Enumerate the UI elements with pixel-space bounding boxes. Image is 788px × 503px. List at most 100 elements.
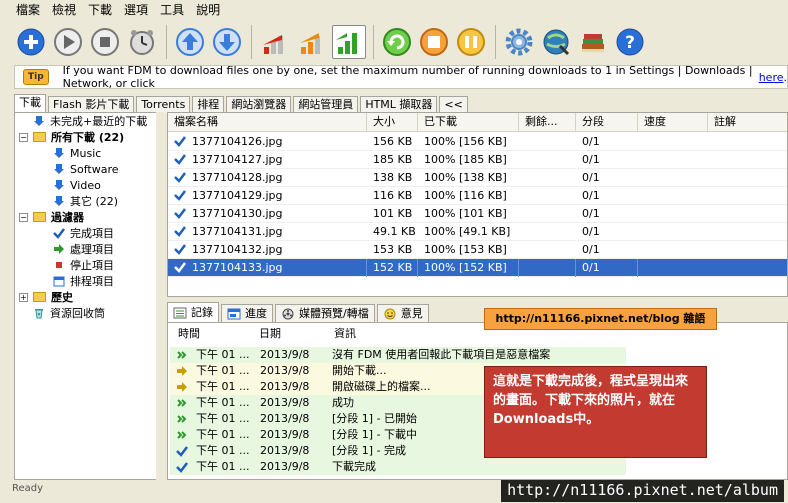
tree-item-stopped[interactable]: 停止項目 (53, 257, 114, 273)
panel-splitter[interactable] (167, 297, 788, 301)
pause-all-button[interactable] (454, 25, 488, 59)
tree-item-processing[interactable]: 處理項目 (53, 241, 114, 257)
film-reel-icon (282, 308, 294, 319)
download-row[interactable]: 1377104131.jpg 49.1 KB 100% [49.1 KB] 0/1 (168, 223, 787, 241)
smiley-icon (384, 308, 396, 319)
download-row[interactable]: 1377104130.jpg 101 KB 100% [101 KB] 0/1 (168, 205, 787, 223)
stop-button[interactable] (88, 25, 122, 59)
move-up-button[interactable] (173, 25, 207, 59)
scheduler-button[interactable] (125, 25, 159, 59)
cell-size: 49.1 KB (373, 225, 416, 238)
column-header-filename[interactable]: 檔案名稱 (168, 113, 367, 132)
cell-name: 1377104130.jpg (168, 205, 367, 223)
tab-more[interactable]: << (439, 96, 468, 113)
column-header-remaining[interactable]: 剩餘... (519, 113, 576, 132)
svg-text:?: ? (625, 33, 635, 53)
tree-item-software[interactable]: Software (53, 161, 119, 177)
tab-site-manager[interactable]: 網站管理員 (293, 96, 359, 113)
tree-item-unfinished[interactable]: 未完成+最近的下載 (33, 113, 147, 129)
tree-item-all-downloads[interactable]: 所有下載 (22) (33, 129, 124, 145)
tab-log[interactable]: 記錄 (167, 302, 219, 322)
tree-collapse-toggle[interactable]: − (19, 213, 28, 222)
log-row[interactable]: 下午 01 ... 2013/9/8 沒有 FDM 使用者回報此下載項目是惡意檔案 (170, 347, 626, 363)
download-row[interactable]: 1377104126.jpg 156 KB 100% [156 KB] 0/1 (168, 133, 787, 151)
settings-button[interactable] (502, 25, 536, 59)
tree-item-other[interactable]: 其它 (22) (53, 193, 118, 209)
cell-name: 1377104133.jpg (168, 259, 367, 277)
move-down-button[interactable] (210, 25, 244, 59)
column-header-downloaded[interactable]: 已下載 (418, 113, 519, 132)
log-header-info[interactable]: 資訊 (334, 325, 356, 343)
speed-low-button[interactable] (258, 25, 292, 59)
cell-remain (519, 205, 576, 223)
tree-collapse-toggle[interactable]: − (19, 133, 28, 142)
tip-link[interactable]: here (759, 71, 784, 84)
tab-opinions[interactable]: 意見 (376, 304, 429, 322)
site-explorer-button[interactable] (539, 25, 573, 59)
log-header-date[interactable]: 日期 (259, 325, 281, 343)
log-info: 下載完成 (332, 460, 376, 473)
tab-progress[interactable]: 進度 (221, 304, 273, 322)
tab-downloads[interactable]: 下載 (14, 94, 46, 113)
menu-file[interactable]: 檔案 (10, 1, 46, 18)
log-time: 下午 01 ... (196, 380, 250, 393)
cell-remain (519, 241, 576, 259)
add-download-button[interactable] (14, 25, 48, 59)
tree-item-filters[interactable]: 過濾器 (33, 209, 84, 225)
speed-medium-button[interactable] (295, 25, 329, 59)
log-row[interactable]: 下午 01 ... 2013/9/8 下載完成 (170, 459, 626, 475)
menu-options[interactable]: 選項 (118, 1, 154, 18)
menu-download[interactable]: 下載 (82, 1, 118, 18)
cell-name: 1377104127.jpg (168, 151, 367, 169)
tip-bar: Tip If you want FDM to download files on… (14, 64, 788, 90)
tree-item-recycle-bin[interactable]: 資源回收筒 (33, 305, 105, 321)
cell-done: 100% [101 KB] (424, 207, 507, 220)
tab-html-spider[interactable]: HTML 擷取器 (360, 96, 438, 113)
tab-media-preview[interactable]: 媒體預覽/轉檔 (275, 304, 375, 322)
speed-high-button[interactable] (332, 25, 366, 59)
column-header-sections[interactable]: 分段 (576, 113, 638, 132)
tab-site-explorer[interactable]: 網站瀏覽器 (226, 96, 292, 113)
column-header-comment[interactable]: 註解 (708, 113, 787, 132)
tree-item-video[interactable]: Video (53, 177, 101, 193)
log-header-time[interactable]: 時間 (178, 325, 200, 343)
cell-size: 153 KB (373, 243, 413, 256)
log-date: 2013/9/8 (260, 396, 310, 409)
settings-gear-icon (505, 28, 533, 56)
speed-medium-icon (300, 33, 320, 54)
log-date: 2013/9/8 (260, 444, 310, 457)
check-icon (174, 226, 186, 237)
download-row[interactable]: 1377104132.jpg 153 KB 100% [153 KB] 0/1 (168, 241, 787, 259)
scheduler-clock-icon (130, 30, 154, 55)
tree-item-music[interactable]: Music (53, 145, 101, 161)
add-icon (17, 28, 45, 56)
library-button[interactable] (576, 25, 610, 59)
menu-view[interactable]: 檢視 (46, 1, 82, 18)
download-row[interactable]: 1377104127.jpg 185 KB 100% [185 KB] 0/1 (168, 151, 787, 169)
menu-help[interactable]: 說明 (190, 1, 226, 18)
download-row[interactable]: 1377104129.jpg 116 KB 100% [116 KB] 0/1 (168, 187, 787, 205)
column-header-speed[interactable]: 速度 (638, 113, 708, 132)
tab-torrents[interactable]: Torrents (136, 96, 191, 113)
tree-item-scheduled[interactable]: 排程項目 (53, 273, 114, 289)
tab-flash-video[interactable]: Flash 影片下載 (48, 96, 135, 113)
double-arrow-icon (177, 399, 187, 407)
cell-remain (519, 151, 576, 169)
tree-scrollbar[interactable] (156, 112, 165, 480)
restart-button[interactable] (380, 25, 414, 59)
restart-all-button[interactable] (417, 25, 451, 59)
tree-expand-toggle[interactable]: + (19, 293, 28, 302)
tree-item-history[interactable]: 歷史 (33, 289, 73, 305)
check-icon (174, 136, 186, 147)
start-button[interactable] (51, 25, 85, 59)
column-header-size[interactable]: 大小 (367, 113, 418, 132)
tree-item-completed[interactable]: 完成項目 (53, 225, 114, 241)
tab-scheduler[interactable]: 排程 (192, 96, 225, 113)
help-button[interactable]: ? (613, 25, 647, 59)
menu-tools[interactable]: 工具 (154, 1, 190, 18)
download-row[interactable]: 1377104128.jpg 138 KB 100% [138 KB] 0/1 (168, 169, 787, 187)
download-arrow-icon (34, 116, 44, 126)
check-icon (174, 262, 186, 273)
download-row[interactable]: 1377104133.jpg 152 KB 100% [152 KB] 0/1 (168, 259, 787, 277)
play-icon (54, 28, 82, 56)
